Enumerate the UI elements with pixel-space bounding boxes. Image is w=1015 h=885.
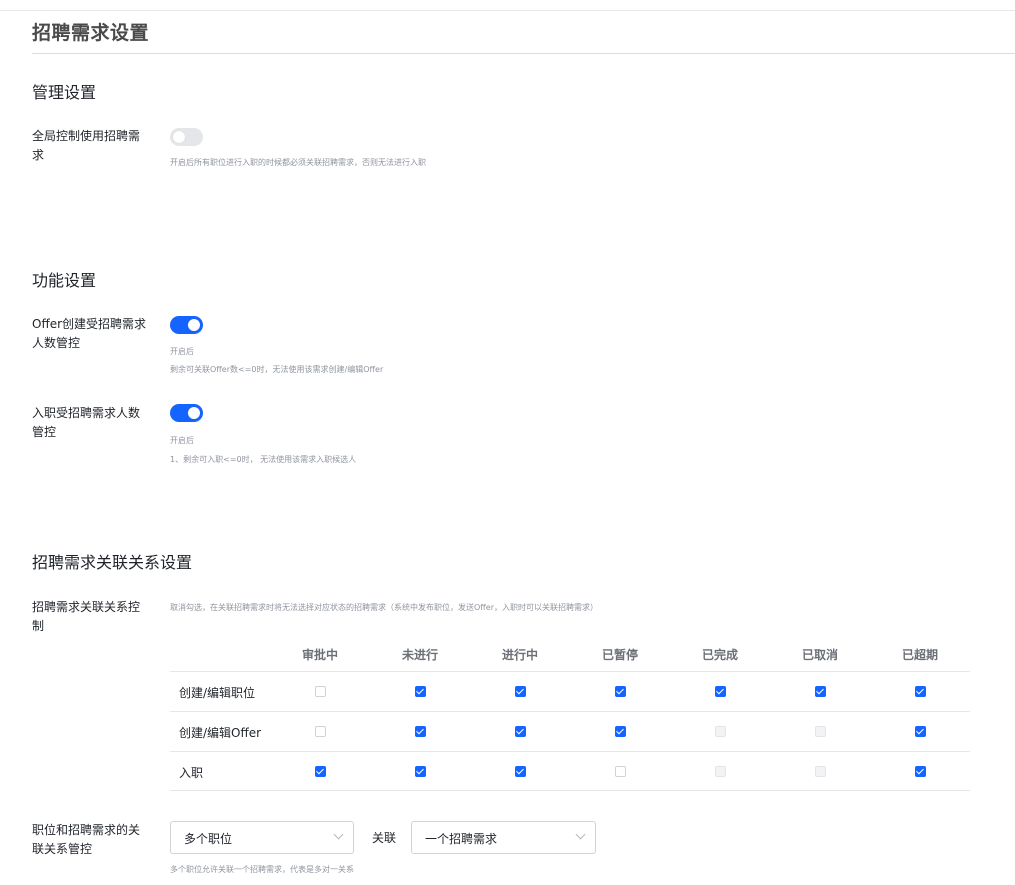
matrix-row: 创建/编辑职位: [170, 671, 970, 711]
matrix-body: 创建/编辑职位 创建/编辑Offer 入职: [170, 671, 970, 791]
matrix-column-header: 已暂停: [601, 648, 638, 662]
section-title-management: 管理设置: [32, 83, 97, 102]
relation-control-label: 招聘需求关联关系控制: [32, 600, 141, 633]
status-checkbox[interactable]: [714, 686, 726, 697]
mapping-control-hint: 多个职位允许关联一个招聘需求，代表是多对一关系: [170, 865, 354, 874]
global-control-toggle[interactable]: [170, 128, 203, 146]
requirement-count-select[interactable]: 一个招聘需求: [411, 821, 596, 854]
status-checkbox[interactable]: [414, 726, 426, 737]
page-title: 招聘需求设置: [32, 22, 150, 44]
matrix-row-label: 创建/编辑职位: [179, 686, 256, 700]
matrix-column-header: 进行中: [501, 648, 538, 662]
chevron-down-icon: [575, 829, 586, 840]
status-checkbox[interactable]: [914, 766, 926, 777]
status-checkbox[interactable]: [914, 686, 926, 697]
top-divider: [0, 10, 1015, 11]
global-control-hint: 开启后所有职位进行入职的时候都必须关联招聘需求，否则无法进行入职: [170, 158, 426, 167]
status-checkbox[interactable]: [914, 726, 926, 737]
matrix-column-header: 已取消: [801, 648, 838, 662]
status-checkbox: [814, 766, 826, 777]
relation-control-hint: 取消勾选，在关联招聘需求时将无法选择对应状态的招聘需求（系统中发布职位，发送Of…: [170, 603, 599, 612]
status-checkbox[interactable]: [514, 766, 526, 777]
section-title-features: 功能设置: [32, 271, 97, 290]
matrix-row: 入职: [170, 751, 970, 791]
status-checkbox[interactable]: [614, 686, 626, 697]
status-checkbox: [714, 766, 726, 777]
matrix-column-header: 审批中: [301, 648, 338, 662]
offer-control-hint-2: 剩余可关联Offer数<=0时，无法使用该需求创建/编辑Offer: [170, 365, 384, 374]
offer-control-label: Offer创建受招聘需求人数管控: [32, 317, 147, 350]
toggle-knob: [188, 407, 200, 419]
toggle-knob: [188, 319, 200, 331]
status-checkbox[interactable]: [514, 726, 526, 737]
chevron-down-icon: [333, 829, 344, 840]
status-checkbox[interactable]: [814, 686, 826, 697]
status-checkbox[interactable]: [314, 766, 326, 777]
onboard-control-toggle[interactable]: [170, 404, 203, 422]
status-checkbox[interactable]: [314, 726, 326, 737]
toggle-knob: [173, 131, 185, 143]
offer-control-toggle[interactable]: [170, 316, 203, 334]
onboard-control-label: 入职受招聘需求人数管控: [32, 406, 141, 439]
offer-control-hint-1: 开启后: [170, 347, 194, 356]
onboard-control-hint-1: 开启后: [170, 436, 194, 445]
status-checkbox[interactable]: [514, 686, 526, 697]
matrix-column-header: 已完成: [701, 648, 738, 662]
section-title-relations: 招聘需求关联关系设置: [32, 553, 193, 572]
matrix-row-label: 入职: [179, 766, 204, 780]
status-checkbox[interactable]: [414, 686, 426, 697]
requirement-count-value: 一个招聘需求: [425, 832, 498, 846]
status-checkbox[interactable]: [614, 766, 626, 777]
status-checkbox: [814, 726, 826, 737]
matrix-row: 创建/编辑Offer: [170, 711, 970, 751]
status-checkbox[interactable]: [314, 686, 326, 697]
position-count-select[interactable]: 多个职位: [170, 821, 354, 854]
status-relation-matrix: 审批中 未进行 进行中 已暂停 已完成 已取消 已超期 创建/编辑职位 创建/编辑Offer 入…: [170, 638, 970, 791]
matrix-header: 审批中 未进行 进行中 已暂停 已完成 已取消 已超期: [170, 638, 970, 671]
matrix-column-header: 未进行: [401, 648, 438, 662]
status-checkbox[interactable]: [614, 726, 626, 737]
status-checkbox: [714, 726, 726, 737]
matrix-row-label: 创建/编辑Offer: [179, 726, 262, 740]
onboard-control-hint-2: 1、剩余可入职<=0时， 无法使用该需求入职候选人: [170, 455, 357, 464]
position-count-value: 多个职位: [184, 832, 233, 846]
mapping-control-label: 职位和招聘需求的关联关系管控: [32, 823, 141, 856]
relation-word: 关联: [372, 831, 397, 845]
matrix-column-header: 已超期: [901, 648, 938, 662]
status-checkbox[interactable]: [414, 766, 426, 777]
title-divider: [32, 53, 1015, 54]
global-control-label: 全局控制使用招聘需求: [32, 129, 141, 162]
